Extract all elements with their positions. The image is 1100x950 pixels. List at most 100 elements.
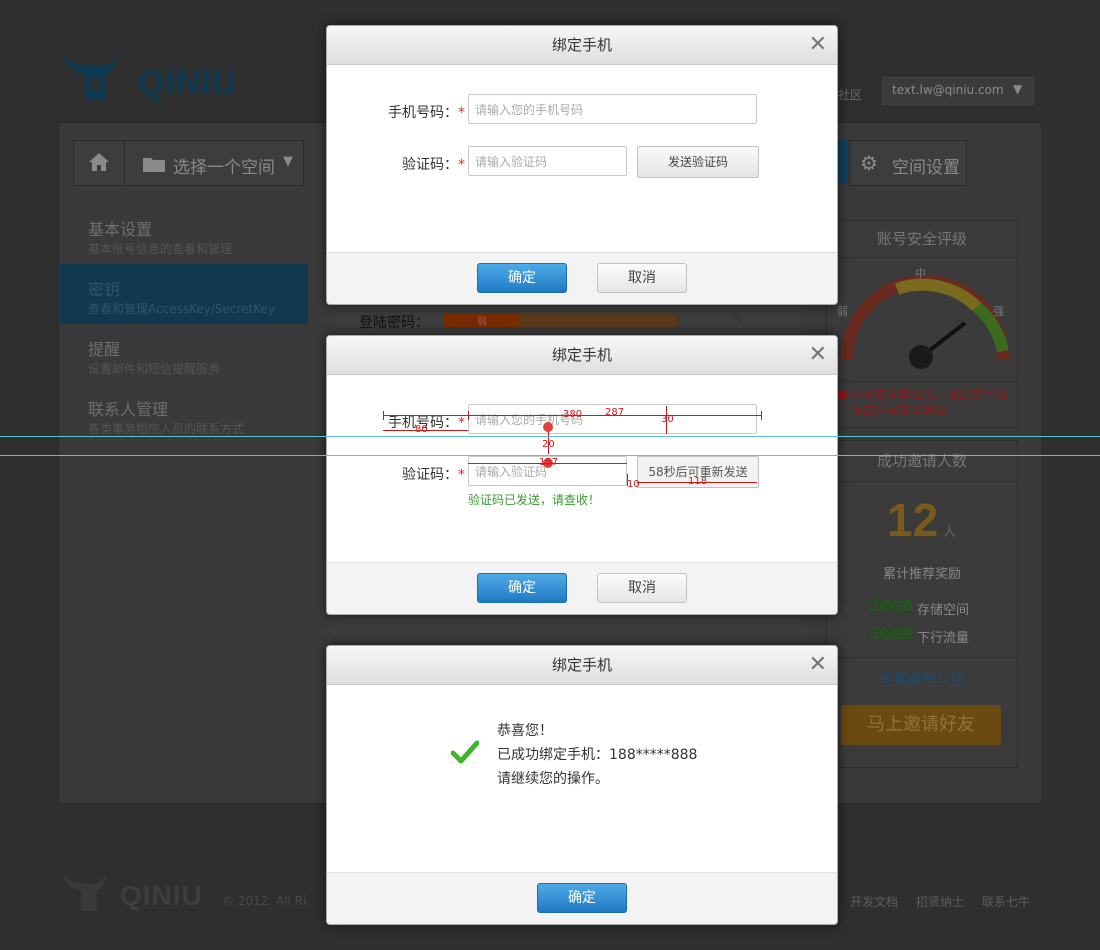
password-strength-bar: 弱 [443,314,677,328]
dialog-title: 绑定手机 [551,346,612,364]
space-select[interactable]: 选择一个空间 ▼ [124,140,304,186]
login-password-label: 登陆密码： [359,315,429,331]
user-menu[interactable]: text.lw@qiniu.com ▼ [880,75,1036,107]
invite-count: 12 [887,494,939,546]
reward-title: 累计推荐奖励 [882,567,961,582]
sidebar-item-subtitle: 设置邮件和短信提醒服务 [88,362,221,376]
bind-phone-dialog-sent: 绑定手机 ✕ 手机号码：* 请输入您的手机号码 验证码：* 请输入验证码 58秒… [326,335,838,615]
sidebar-item-reminders[interactable]: 提醒 设置邮件和短信提醒服务 [60,324,308,385]
success-line-2: 已成功绑定手机：188*****888 [497,747,698,763]
invite-unit: 人 [943,525,957,540]
sidebar-item-title: 联系人管理 [88,400,169,419]
measure-label: 287 [605,407,625,418]
home-icon [89,153,109,171]
center-panel-bottom [333,612,805,636]
dialog-header: 绑定手机 ✕ [327,26,837,65]
password-row: 登陆密码： 弱 ✎ [333,302,805,336]
close-icon[interactable]: ✕ [809,336,827,374]
sidebar-item-subtitle: 查看和管理AccessKey/SecretKey [88,302,275,316]
storage-label: 存储空间 [917,603,970,618]
invite-title: 成功邀请人数 [827,441,1017,482]
space-settings-label: 空间设置 [892,158,960,178]
gauge-label-mid: 中 [915,267,926,280]
chevron-down-icon: ▼ [283,154,293,169]
dialog-footer: 确定 取消 [327,562,837,614]
dialog-header: 绑定手机 ✕ [327,336,837,375]
code-label: 验证码：* [345,154,465,174]
footer-logo: QINIU [60,866,202,918]
footer-link-contact[interactable]: 联系七牛 [982,893,1030,910]
referral-plan-link[interactable]: 有奖推荐计划 [827,669,1017,689]
security-rating-title: 账号安全评级 [827,221,1017,258]
bind-success-dialog: 绑定手机 ✕ 恭喜您！ 已成功绑定手机：188*****888 请继续您的操作。… [326,645,838,925]
edit-pencil-icon[interactable]: ✎ [731,308,744,327]
code-input[interactable]: 请输入验证码 [468,146,627,176]
sidebar-item-subtitle: 基本账号信息的查看和管理 [88,242,233,256]
footer-link-jobs[interactable]: 招贤纳士 [916,893,964,910]
folder-icon [143,158,165,172]
confirm-button[interactable]: 确定 [537,883,627,913]
bind-phone-dialog: 绑定手机 ✕ 手机号码：* 请输入您的手机号码 验证码：* 请输入验证码 发送验… [326,25,838,305]
sidebar-item-title: 提醒 [88,340,121,359]
phone-label: 手机号码：* [345,102,465,122]
home-button[interactable] [73,140,125,186]
user-email: text.lw@qiniu.com [892,83,1004,97]
security-gauge [841,275,1009,369]
measure-tick [468,411,469,420]
checkmark-icon [451,740,479,764]
measure-label: 30 [661,414,674,425]
sidebar-item-subtitle: 各类事务相应人员的联系方式 [88,422,245,436]
dialog-title: 绑定手机 [551,656,612,674]
success-line-1: 恭喜您！ [497,723,553,739]
sidebar-item-basic[interactable]: 基本设置 基本账号信息的查看和管理 [60,204,308,265]
storage-value: 20GB [869,597,914,615]
chevron-down-icon: ▼ [1013,82,1023,96]
measure-tick [383,411,384,420]
measure-label: 20 [542,439,555,450]
gauge-label-strong: 强 [993,305,1004,318]
guide-line [0,455,1100,456]
sidebar-item-title: 密钥 [88,280,121,299]
code-sent-message: 验证码已发送，请查收！ [468,493,601,507]
confirm-button[interactable]: 确定 [477,263,567,293]
dialog-header: 绑定手机 ✕ [327,646,837,685]
footer-link-docs[interactable]: 开发文档 [850,893,898,910]
required-mark: * [458,105,465,121]
code-label-text: 验证码： [402,467,458,483]
close-icon[interactable]: ✕ [809,26,827,64]
sidebar-item-contacts[interactable]: 联系人管理 各类事务相应人员的联系方式 [60,384,308,444]
warning-icon: ● [837,387,848,401]
cancel-button[interactable]: 取消 [597,263,687,293]
invite-friends-button[interactable]: 马上邀请好友 [841,705,1001,745]
divider [827,381,1017,382]
qiniu-logo: QINIU [60,44,250,106]
measure-label: 10 [627,479,640,490]
required-mark: * [458,415,465,431]
dialog-title: 绑定手机 [551,36,612,54]
logo-text: QINIU [138,64,238,102]
dialog-footer: 确定 取消 [327,252,837,304]
confirm-button[interactable]: 确定 [477,573,567,603]
gauge-label-weak: 弱 [837,305,848,318]
measure-label: 118 [688,476,708,487]
phone-input[interactable]: 请输入您的手机号码 [468,94,757,124]
space-settings-button[interactable]: ⚙ 空间设置 [849,140,967,186]
dialog-footer: 确定 [327,872,837,924]
close-icon[interactable]: ✕ [809,646,827,684]
community-link[interactable]: 社区 [838,86,862,103]
traffic-value: 50GB [869,625,914,643]
cancel-button[interactable]: 取消 [597,573,687,603]
send-code-button[interactable]: 发送验证码 [637,146,759,178]
sidebar-item-keys[interactable]: 密钥 查看和管理AccessKey/SecretKey [60,264,308,325]
sidebar-item-title: 基本设置 [88,220,153,239]
measure-label: 380 [563,409,583,420]
guide-line [0,436,1100,437]
password-strength-text: 弱 [477,317,487,328]
invite-panel: 成功邀请人数 12 人 累计推荐奖励 20GB 存储空间 50GB 下行流量 有… [826,440,1018,768]
gear-icon: ⚙ [860,151,878,175]
footer-logo-text: QINIU [120,880,203,911]
space-select-label: 选择一个空间 [173,158,275,178]
measure-dot [543,422,553,432]
required-mark: * [458,157,465,173]
security-warning-text: 账号安全等级低，请绑定手机提高账号安全等级 [851,388,1008,418]
